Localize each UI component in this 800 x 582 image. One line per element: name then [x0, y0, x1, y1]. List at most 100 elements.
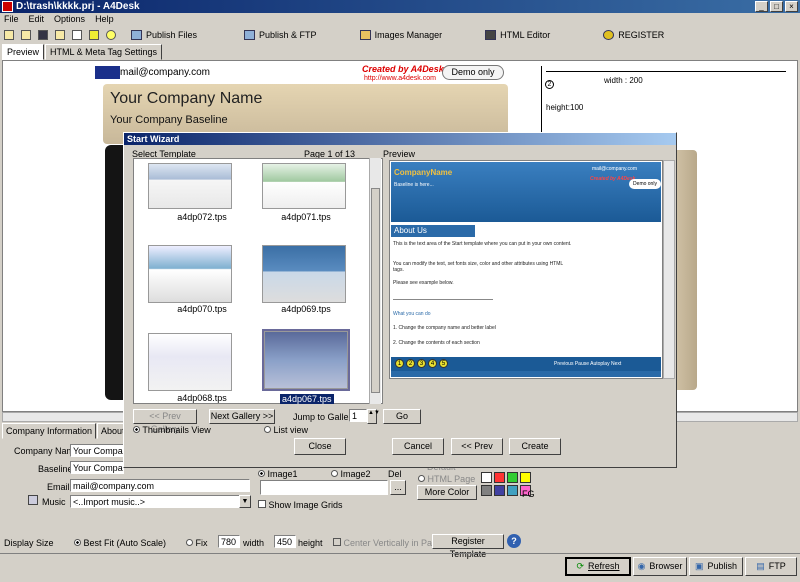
thumbnails-radio[interactable]	[133, 426, 140, 433]
center-vertically-label: Center Vertically in Page	[343, 538, 443, 548]
preview-scrollbar[interactable]	[663, 160, 675, 379]
publish-button[interactable]: ▣ Publish	[689, 557, 743, 576]
close-dialog-button[interactable]: Close	[294, 438, 346, 455]
fix-option[interactable]: Fix	[186, 538, 208, 548]
color-swatch[interactable]	[507, 485, 518, 496]
close-button[interactable]: ×	[785, 1, 798, 12]
music-dropdown-button[interactable]: ▼	[239, 495, 251, 508]
gallery-scroll-thumb[interactable]	[371, 188, 380, 393]
image1-radio[interactable]	[258, 470, 265, 477]
del-button[interactable]: Del	[388, 469, 402, 479]
minimize-button[interactable]: _	[755, 1, 768, 12]
tab-preview[interactable]: Preview	[2, 44, 45, 60]
template-thumbnail[interactable]	[148, 163, 232, 209]
html-editor-button[interactable]: HTML Editor	[485, 30, 550, 40]
wizard-icon[interactable]	[89, 30, 99, 40]
baseline-input[interactable]: Your Company Baseline	[70, 461, 124, 474]
prev-button[interactable]: << Prev	[451, 438, 503, 455]
center-vertically-checkbox[interactable]	[333, 538, 341, 546]
menu-file[interactable]: File	[4, 13, 19, 26]
color-swatch[interactable]	[481, 485, 492, 496]
ftp-button[interactable]: ▤ FTP	[745, 557, 797, 576]
color-swatch[interactable]	[481, 472, 492, 483]
center-vertically-option[interactable]: Center Vertically in Page	[333, 538, 442, 548]
height-input[interactable]: 450	[274, 535, 296, 548]
show-grids-checkbox[interactable]	[258, 500, 266, 508]
html-page-radio[interactable]	[418, 475, 425, 482]
image2-radio[interactable]	[331, 470, 338, 477]
new-icon[interactable]	[4, 30, 14, 40]
more-color-button[interactable]: More Color	[417, 485, 477, 500]
go-button[interactable]: Go	[383, 409, 421, 424]
cancel-button[interactable]: Cancel	[392, 438, 444, 455]
images-manager-button[interactable]: Images Manager	[359, 30, 442, 40]
cut-icon[interactable]	[55, 30, 65, 40]
thumbnails-view-option[interactable]: Thumbnails View	[133, 425, 211, 435]
color-swatch[interactable]	[494, 472, 505, 483]
page-icon[interactable]	[72, 30, 82, 40]
save-icon[interactable]	[38, 30, 48, 40]
color-swatch[interactable]	[507, 472, 518, 483]
publish-ftp-button[interactable]: Publish & FTP	[244, 30, 317, 40]
browse-button[interactable]: ...	[390, 480, 406, 495]
template-thumbnail[interactable]	[262, 245, 346, 303]
register-template-button[interactable]: Register Template	[432, 534, 504, 559]
images-icon	[359, 30, 371, 40]
template-card[interactable]	[148, 333, 232, 391]
email-input[interactable]: mail@company.com	[70, 479, 250, 492]
company-name-input[interactable]: Your Company N	[70, 444, 124, 457]
publish-files-button[interactable]: Publish Files	[131, 30, 197, 40]
music-icon	[28, 495, 38, 505]
register-button[interactable]: REGISTER	[603, 30, 664, 40]
bulb-icon[interactable]	[106, 30, 116, 40]
help-icon[interactable]: ?	[507, 534, 521, 548]
next-gallery-button[interactable]: Next Gallery >>	[209, 409, 275, 424]
menu-edit[interactable]: Edit	[29, 13, 45, 26]
preview-mini-demo: Demo only	[629, 179, 661, 189]
color-swatch[interactable]	[494, 485, 505, 496]
template-card[interactable]	[262, 163, 346, 209]
template-card-selected[interactable]	[262, 329, 350, 391]
key-icon	[603, 30, 615, 40]
dimension-hline	[546, 71, 786, 72]
image-path-input[interactable]	[260, 480, 388, 495]
browser-button[interactable]: ◉ Browser	[633, 557, 687, 576]
image1-option[interactable]: Image1	[258, 469, 298, 479]
music-select[interactable]: <..Import music..>	[70, 495, 250, 508]
template-card[interactable]	[262, 245, 346, 303]
template-card[interactable]	[148, 245, 232, 303]
best-fit-option[interactable]: Best Fit (Auto Scale)	[74, 538, 166, 548]
best-fit-radio[interactable]	[74, 539, 81, 546]
menu-help[interactable]: Help	[95, 13, 114, 26]
height-unit-label: height	[298, 538, 323, 548]
template-name-2: a4dp070.tps	[177, 304, 227, 314]
template-thumbnail[interactable]	[148, 333, 232, 391]
maximize-button[interactable]: □	[770, 1, 783, 12]
template-thumbnail[interactable]	[264, 331, 348, 389]
template-thumbnail[interactable]	[262, 163, 346, 209]
prev-gallery-button[interactable]: << Prev Gallery	[133, 409, 197, 434]
template-card[interactable]	[148, 163, 232, 209]
html-page-option[interactable]: HTML Page	[418, 474, 475, 484]
color-swatch[interactable]	[520, 472, 531, 483]
gallery-scrollbar[interactable]	[369, 158, 381, 404]
open-icon[interactable]	[21, 30, 31, 40]
width-input[interactable]: 780	[218, 535, 240, 548]
show-grids-option[interactable]: Show Image Grids	[258, 500, 343, 510]
fix-radio[interactable]	[186, 539, 193, 546]
tab-html-meta[interactable]: HTML & Meta Tag Settings	[45, 44, 163, 60]
tab-company-info[interactable]: Company Information	[2, 423, 97, 439]
register-template-label: Register Template	[449, 536, 487, 559]
create-button[interactable]: Create	[509, 438, 561, 455]
preview-mini-nums: 1 2 3 4 5	[395, 359, 448, 368]
jump-input[interactable]: 1	[349, 409, 367, 422]
refresh-button[interactable]: ⟳ Refresh	[565, 557, 631, 576]
jump-spinner[interactable]: ▲▼	[367, 409, 380, 424]
list-view-option[interactable]: List view	[264, 425, 308, 435]
preview-mini-i1: 1. Change the company name and better la…	[393, 325, 496, 331]
image2-option[interactable]: Image2	[331, 469, 371, 479]
list-radio[interactable]	[264, 426, 271, 433]
menu-options[interactable]: Options	[54, 13, 85, 26]
template-thumbnail[interactable]	[148, 245, 232, 303]
demo-only-button[interactable]: Demo only	[442, 65, 504, 80]
